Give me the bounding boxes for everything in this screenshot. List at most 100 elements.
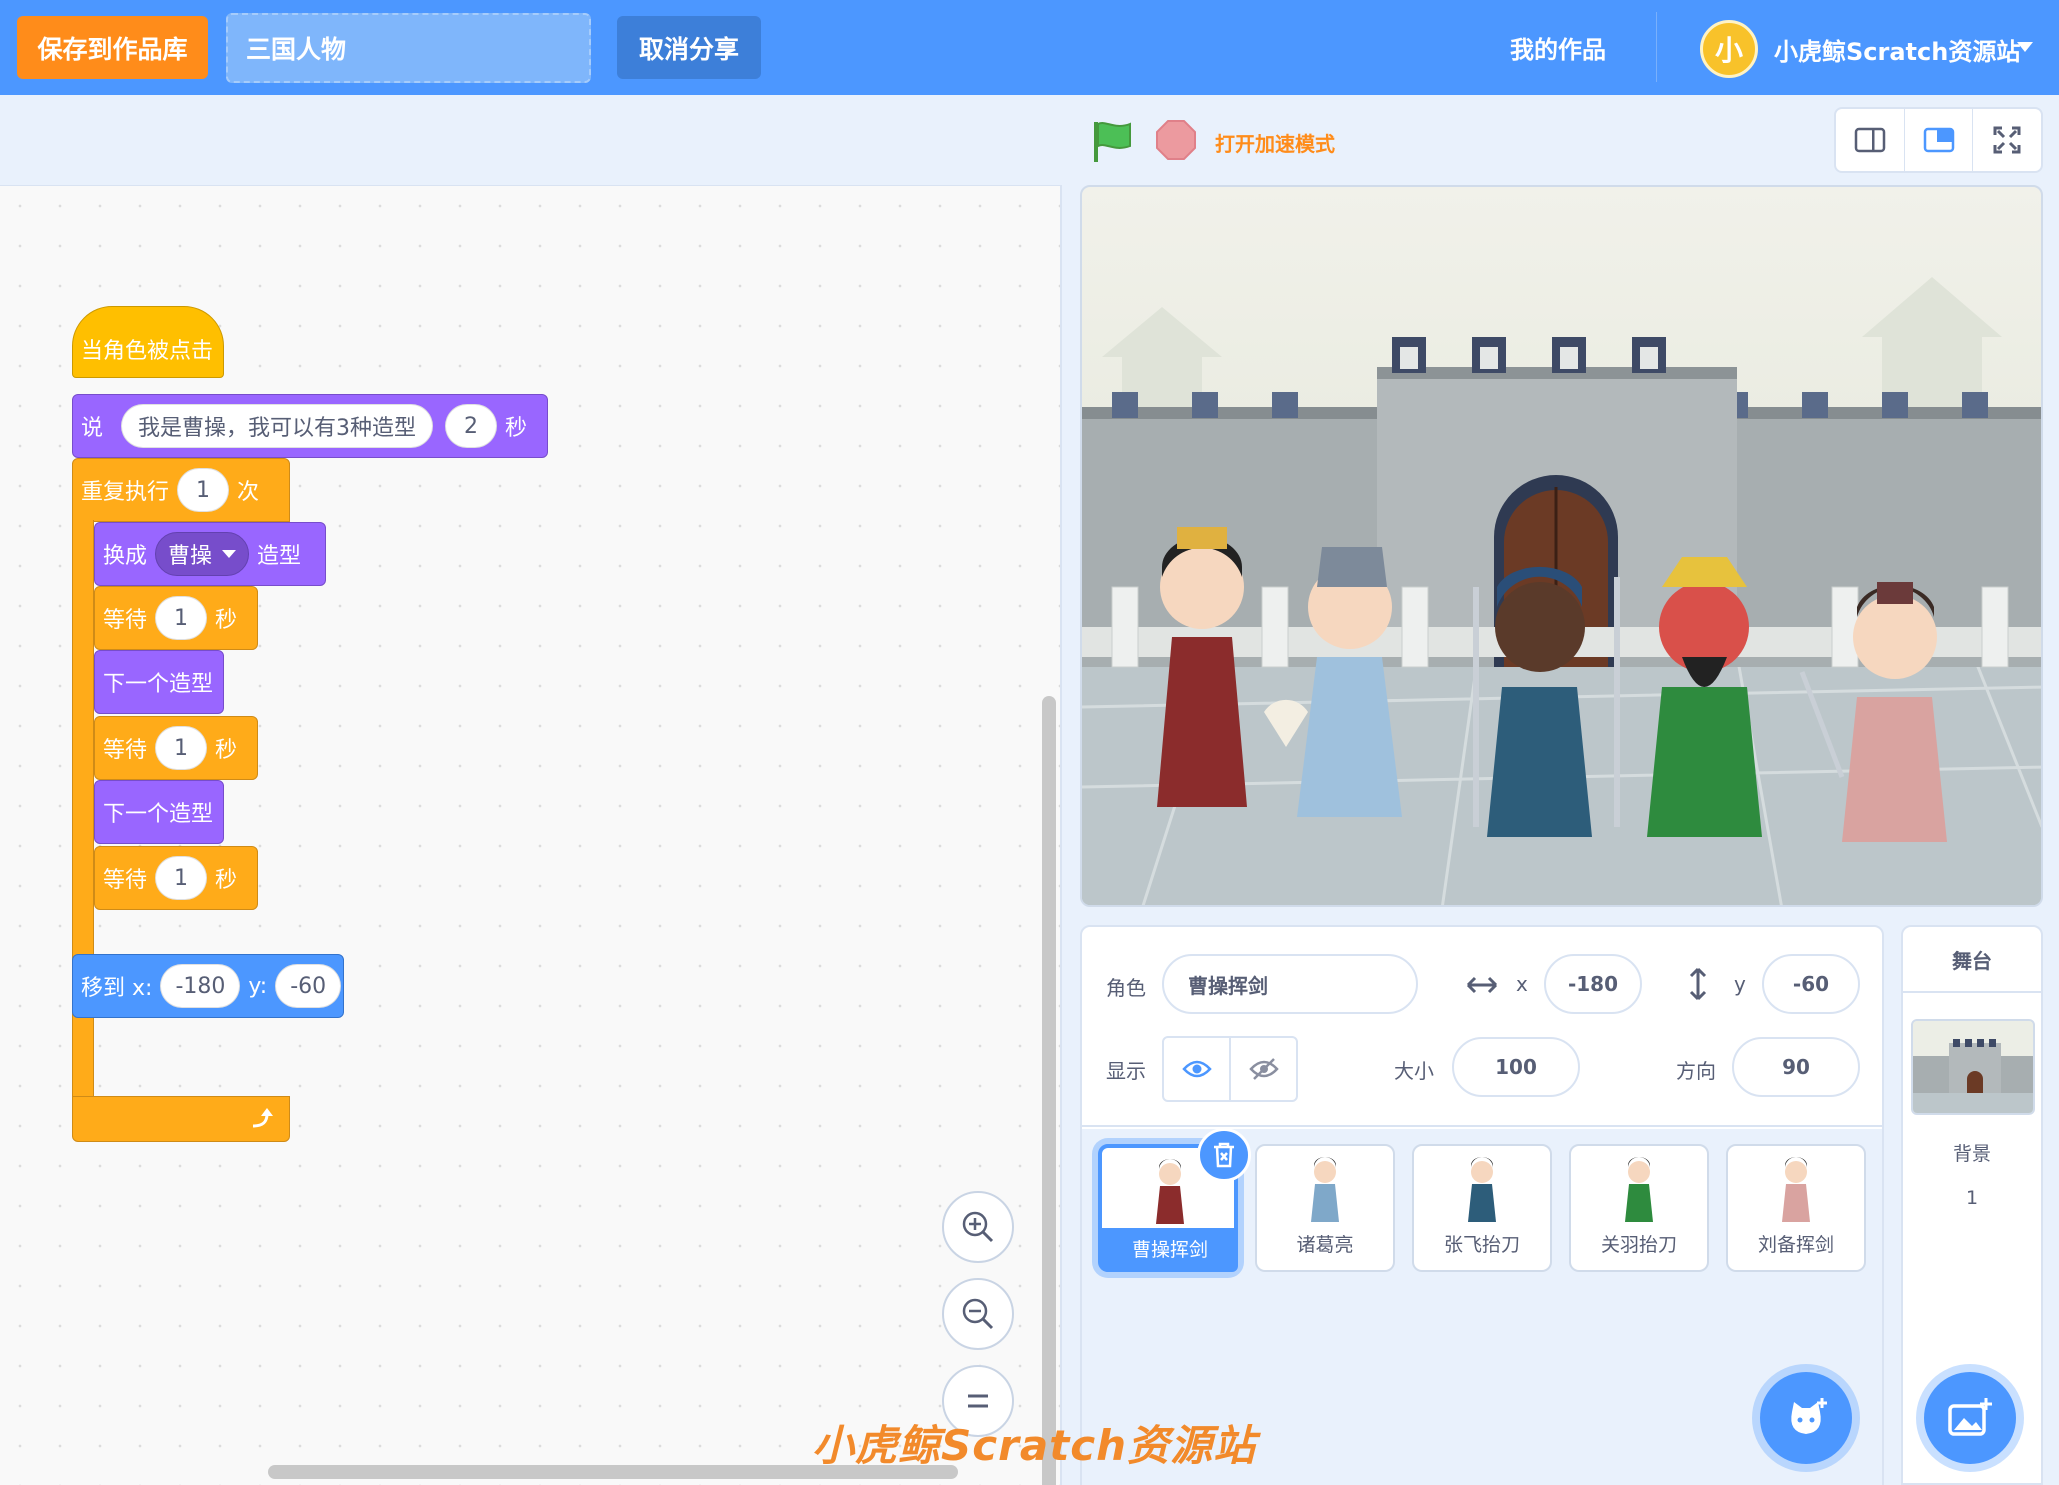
block-label: 秒 — [215, 868, 238, 893]
sprite-tile[interactable]: 诸葛亮 — [1255, 1144, 1395, 1272]
hide-button[interactable] — [1231, 1038, 1296, 1100]
backdrop-label: 背景 — [1952, 1143, 1991, 1165]
small-stage-icon — [1854, 127, 1886, 153]
account-name[interactable]: 小虎鲸Scratch资源站 — [1774, 32, 2020, 67]
goto-y-input[interactable]: -60 — [275, 964, 342, 1008]
watermark-text: 小虎鲸Scratch资源站 — [812, 1421, 1257, 1470]
block-label: 等待 — [103, 868, 148, 893]
show-button[interactable] — [1164, 1038, 1231, 1100]
show-label: 显示 — [1106, 1059, 1146, 1083]
character-caocao — [1157, 527, 1247, 807]
save-to-library-button[interactable]: 保存到作品库 — [17, 16, 208, 79]
normal-stage-icon — [1923, 127, 1954, 153]
turbo-mode-toggle[interactable]: 打开加速模式 — [1215, 128, 1335, 157]
costume-dropdown[interactable]: 曹操 — [155, 532, 250, 576]
backdrop-thumbnail[interactable] — [1911, 1019, 2035, 1115]
block-label: 秒 — [505, 416, 528, 441]
add-sprite-button[interactable] — [1760, 1372, 1852, 1464]
sprite-name-label: 角色 — [1106, 976, 1146, 1000]
costume-dropdown-value: 曹操 — [168, 544, 213, 569]
sprite-info-panel: 角色 曹操挥剑 x -180 y -60 显示 大小 100 方向 90 — [1082, 927, 1882, 1127]
backdrop-count: 1 — [1965, 1187, 1979, 1209]
block-label: 移到 x: — [81, 976, 153, 1001]
small-stage-button[interactable] — [1836, 109, 1905, 171]
goto-x-input[interactable]: -180 — [160, 964, 241, 1008]
caret-down-icon — [222, 550, 237, 558]
direction-input[interactable]: 90 — [1732, 1037, 1860, 1097]
sprite-thumbnail — [1414, 1146, 1550, 1224]
stage-canvas[interactable] — [1080, 185, 2043, 907]
stage-selector-title: 舞台 — [1903, 927, 2041, 993]
my-works-link[interactable]: 我的作品 — [1510, 30, 1606, 65]
zoom-out-button[interactable] — [942, 1278, 1014, 1350]
account-avatar[interactable]: 小 — [1700, 20, 1758, 78]
sprite-tile[interactable]: 关羽抬刀 — [1569, 1144, 1709, 1272]
size-label: 大小 — [1394, 1059, 1434, 1083]
wait-seconds-input[interactable]: 1 — [155, 856, 208, 900]
sprite-tile-name: 关羽抬刀 — [1600, 1234, 1677, 1256]
repeat-block-footer[interactable] — [72, 1096, 290, 1142]
chevron-down-icon[interactable] — [2017, 42, 2033, 52]
project-title-input[interactable]: 三国人物 — [226, 13, 591, 83]
normal-stage-button[interactable] — [1904, 109, 1974, 171]
block-label: 秒 — [215, 738, 238, 763]
y-input[interactable]: -60 — [1762, 954, 1860, 1014]
sprite-thumbnail — [1257, 1146, 1393, 1224]
add-backdrop-icon — [1948, 1398, 1992, 1436]
menu-bar: 保存到作品库 三国人物 取消分享 我的作品 小 小虎鲸Scratch资源站 — [0, 0, 2059, 95]
next-costume-block[interactable]: 下一个造型 — [94, 780, 224, 844]
backdrop-image — [1913, 1021, 2033, 1113]
say-seconds-input[interactable]: 2 — [445, 404, 498, 448]
block-label: 当角色被点击 — [81, 339, 214, 364]
visibility-toggle — [1162, 1036, 1298, 1102]
wait-seconds-input[interactable]: 1 — [155, 596, 208, 640]
go-to-xy-block[interactable]: 移到 x: -180 y: -60 — [72, 954, 344, 1018]
vertical-scrollbar[interactable] — [1042, 696, 1056, 1485]
add-sprite-icon — [1791, 1398, 1827, 1434]
block-label: 次 — [237, 480, 260, 505]
x-input[interactable]: -180 — [1544, 954, 1642, 1014]
sprite-name-input[interactable]: 曹操挥剑 — [1162, 954, 1418, 1014]
block-label: 秒 — [215, 608, 238, 633]
when-sprite-clicked-block[interactable]: 当角色被点击 — [72, 306, 224, 378]
size-input[interactable]: 100 — [1452, 1037, 1580, 1097]
sprite-thumbnail — [1571, 1146, 1707, 1224]
zoom-in-button[interactable] — [942, 1191, 1014, 1263]
y-label: y — [1734, 972, 1746, 996]
direction-label: 方向 — [1676, 1059, 1716, 1083]
fullscreen-button[interactable] — [1973, 109, 2041, 171]
stop-icon[interactable] — [1154, 118, 1198, 164]
zoom-in-icon — [962, 1211, 994, 1243]
eye-icon — [1181, 1060, 1212, 1078]
unshare-button[interactable]: 取消分享 — [617, 16, 761, 79]
say-message-input[interactable]: 我是曹操，我可以有3种造型 — [121, 404, 434, 448]
delete-sprite-button[interactable] — [1197, 1128, 1251, 1182]
eye-slash-icon — [1248, 1058, 1279, 1080]
x-arrows-icon — [1466, 976, 1498, 994]
repeat-times-input[interactable]: 1 — [177, 468, 230, 512]
y-arrows-icon — [1689, 967, 1707, 1001]
sprite-tile-name: 诸葛亮 — [1296, 1234, 1354, 1256]
say-for-secs-block[interactable]: 说 我是曹操，我可以有3种造型 2 秒 — [72, 394, 548, 458]
add-backdrop-button[interactable] — [1924, 1372, 2016, 1464]
block-label: 下一个造型 — [103, 672, 214, 697]
zoom-out-icon — [962, 1298, 994, 1330]
sprite-tile-name: 张飞抬刀 — [1443, 1234, 1520, 1256]
block-label: y: — [248, 973, 268, 999]
wait-block[interactable]: 等待 1 秒 — [94, 846, 258, 910]
next-costume-block[interactable]: 下一个造型 — [94, 650, 224, 714]
menu-divider — [1656, 12, 1657, 82]
block-label: 下一个造型 — [103, 802, 214, 827]
green-flag-icon[interactable] — [1090, 118, 1134, 164]
wait-seconds-input[interactable]: 1 — [155, 726, 208, 770]
wait-block[interactable]: 等待 1 秒 — [94, 716, 258, 780]
block-label: 重复执行 — [81, 480, 170, 505]
sprite-tile[interactable]: 张飞抬刀 — [1412, 1144, 1552, 1272]
code-workspace[interactable]: 当角色被点击 说 我是曹操，我可以有3种造型 2 秒 重复执行 1 次 换成 曹… — [0, 185, 1062, 1485]
sprite-tile[interactable]: 刘备挥剑 — [1726, 1144, 1866, 1272]
switch-costume-block[interactable]: 换成 曹操 造型 — [94, 522, 326, 586]
repeat-block[interactable]: 重复执行 1 次 — [72, 458, 290, 522]
wait-block[interactable]: 等待 1 秒 — [94, 586, 258, 650]
sprite-tile-name: 曹操挥剑 — [1102, 1228, 1238, 1272]
x-label: x — [1516, 972, 1528, 996]
